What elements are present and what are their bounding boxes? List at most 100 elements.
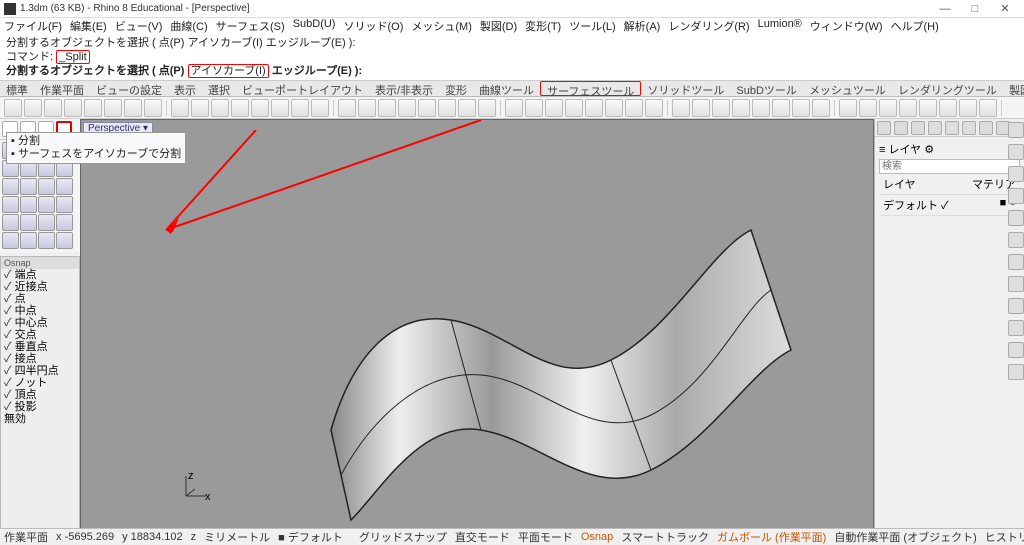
osnap-item[interactable]: 頂点 <box>1 389 79 401</box>
toolbar-button[interactable] <box>358 99 376 117</box>
side-icon[interactable] <box>1008 276 1024 292</box>
palette-tool[interactable] <box>20 214 37 231</box>
layer-search[interactable] <box>879 159 1020 174</box>
toolbar-button[interactable] <box>104 99 122 117</box>
menu-item[interactable]: 曲線(C) <box>170 18 207 34</box>
palette-tool[interactable] <box>56 214 73 231</box>
palette-tool[interactable] <box>20 178 37 195</box>
toolbar-button[interactable] <box>585 99 603 117</box>
panel-icon[interactable] <box>911 121 925 135</box>
toolbar-button[interactable] <box>24 99 42 117</box>
toolbar-button[interactable] <box>398 99 416 117</box>
toolbar-button[interactable] <box>44 99 62 117</box>
palette-tool[interactable] <box>2 232 19 249</box>
menu-item[interactable]: ヘルプ(H) <box>891 18 939 34</box>
menu-item[interactable]: ファイル(F) <box>4 18 62 34</box>
menu-item[interactable]: ツール(L) <box>569 18 615 34</box>
palette-tool[interactable] <box>38 232 55 249</box>
osnap-item[interactable]: 接点 <box>1 353 79 365</box>
menu-item[interactable]: サーフェス(S) <box>216 18 285 34</box>
layer-default[interactable]: デフォルト ✓■ ○ <box>879 195 1020 216</box>
toolbar-button[interactable] <box>812 99 830 117</box>
menu-item[interactable]: 変形(T) <box>525 18 561 34</box>
toolbar-button[interactable] <box>458 99 476 117</box>
menu-item[interactable]: メッシュ(M) <box>411 18 472 34</box>
palette-tool[interactable] <box>38 214 55 231</box>
toolbar-tab[interactable]: 表示 <box>168 81 202 96</box>
side-icon[interactable] <box>1008 188 1024 204</box>
toolbar-button[interactable] <box>752 99 770 117</box>
side-icon[interactable] <box>1008 232 1024 248</box>
palette-tool[interactable] <box>20 196 37 213</box>
minimize-button[interactable]: — <box>930 3 960 15</box>
toolbar-button[interactable] <box>505 99 523 117</box>
osnap-item[interactable]: ノット <box>1 377 79 389</box>
toolbar-button[interactable] <box>525 99 543 117</box>
palette-tool[interactable] <box>20 232 37 249</box>
maximize-button[interactable]: □ <box>960 3 990 15</box>
toolbar-tab[interactable]: 製図 <box>1003 81 1024 96</box>
toolbar-button[interactable] <box>919 99 937 117</box>
toolbar-tab[interactable]: SubDツール <box>730 81 803 96</box>
side-icon[interactable] <box>1008 210 1024 226</box>
toolbar-button[interactable] <box>338 99 356 117</box>
menu-item[interactable]: ウィンドウ(W) <box>810 18 883 34</box>
toolbar-tab[interactable]: ビューポートレイアウト <box>236 81 369 96</box>
toolbar-button[interactable] <box>792 99 810 117</box>
osnap-item[interactable]: 中点 <box>1 305 79 317</box>
toolbar-button[interactable] <box>979 99 997 117</box>
menu-item[interactable]: ソリッド(O) <box>343 18 403 34</box>
palette-tool[interactable] <box>56 232 73 249</box>
toolbar-tab[interactable]: 曲線ツール <box>473 81 540 96</box>
toolbar-button[interactable] <box>418 99 436 117</box>
panel-icon[interactable] <box>945 121 959 135</box>
osnap-item[interactable]: 垂直点 <box>1 341 79 353</box>
osnap-disabled[interactable]: 無効 <box>1 413 79 425</box>
toolbar-button[interactable] <box>211 99 229 117</box>
palette-tool[interactable] <box>2 196 19 213</box>
panel-icon[interactable] <box>877 121 891 135</box>
toolbar-button[interactable] <box>879 99 897 117</box>
toolbar-button[interactable] <box>4 99 22 117</box>
toolbar-button[interactable] <box>672 99 690 117</box>
toolbar-button[interactable] <box>939 99 957 117</box>
toolbar-button[interactable] <box>545 99 563 117</box>
menu-item[interactable]: 編集(E) <box>70 18 107 34</box>
toolbar-tab[interactable]: 表示/非表示 <box>369 81 439 96</box>
toolbar-tab[interactable]: 変形 <box>439 81 473 96</box>
panel-icon[interactable] <box>962 121 976 135</box>
menu-item[interactable]: 解析(A) <box>624 18 661 34</box>
side-icon[interactable] <box>1008 144 1024 160</box>
toolbar-button[interactable] <box>899 99 917 117</box>
toolbar-tab-surface[interactable]: サーフェスツール <box>540 81 641 96</box>
menu-item[interactable]: ビュー(V) <box>115 18 163 34</box>
toolbar-button[interactable] <box>378 99 396 117</box>
side-icon[interactable] <box>1008 364 1024 380</box>
osnap-item[interactable]: 端点 <box>1 269 79 281</box>
palette-tool[interactable] <box>2 214 19 231</box>
command-prompt[interactable]: 分割するオブジェクトを選択 ( 点(P) アイソカーブ(I) エッジループ(E)… <box>6 64 1018 78</box>
osnap-item[interactable]: 点 <box>1 293 79 305</box>
toolbar-button[interactable] <box>565 99 583 117</box>
close-button[interactable]: ✕ <box>990 2 1020 15</box>
toolbar-button[interactable] <box>645 99 663 117</box>
toolbar-button[interactable] <box>191 99 209 117</box>
toolbar-button[interactable] <box>231 99 249 117</box>
toolbar-tab[interactable]: ソリッドツール <box>641 81 730 96</box>
toolbar-button[interactable] <box>251 99 269 117</box>
toolbar-button[interactable] <box>438 99 456 117</box>
toolbar-button[interactable] <box>84 99 102 117</box>
menu-item[interactable]: SubD(U) <box>293 18 336 34</box>
side-icon[interactable] <box>1008 342 1024 358</box>
toolbar-button[interactable] <box>144 99 162 117</box>
toolbar-button[interactable] <box>605 99 623 117</box>
toolbar-button[interactable] <box>839 99 857 117</box>
toolbar-button[interactable] <box>171 99 189 117</box>
palette-tool[interactable] <box>56 196 73 213</box>
toolbar-tab[interactable]: 選択 <box>202 81 236 96</box>
toolbar-button[interactable] <box>291 99 309 117</box>
panel-icon[interactable] <box>894 121 908 135</box>
toolbar-button[interactable] <box>64 99 82 117</box>
menu-item[interactable]: レンダリング(R) <box>668 18 749 34</box>
side-icon[interactable] <box>1008 254 1024 270</box>
